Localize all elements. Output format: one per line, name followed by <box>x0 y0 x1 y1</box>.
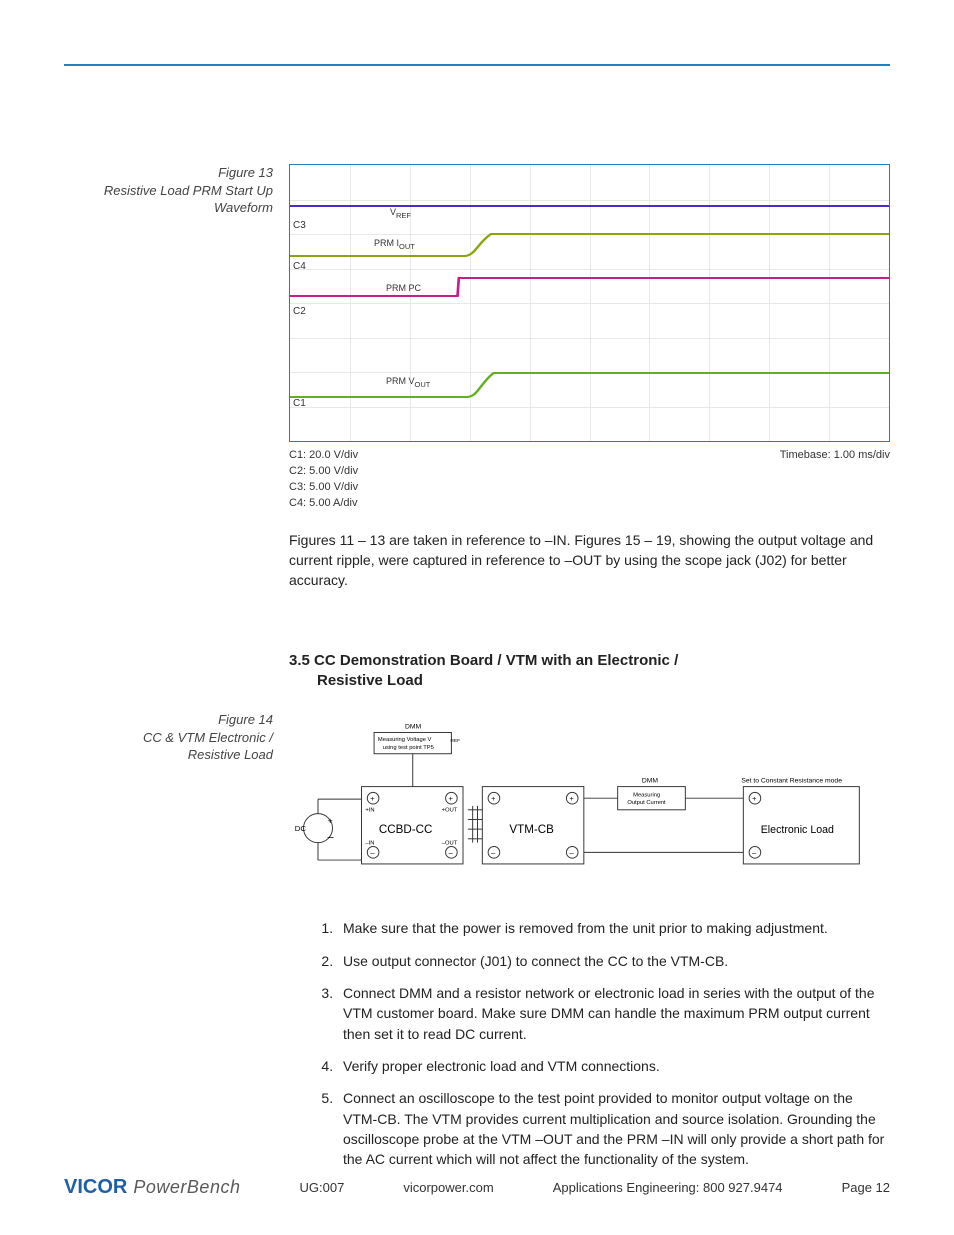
steps-list: Make sure that the power is removed from… <box>289 918 890 1169</box>
sect-line2: Resistive Load <box>289 671 890 691</box>
fig13-caption: Figure 13 Resistive Load PRM Start Up Wa… <box>64 164 273 217</box>
mode-note: Set to Constant Resistance mode <box>741 778 842 785</box>
svg-text:+: + <box>491 794 496 803</box>
svg-text:–OUT: –OUT <box>442 841 458 847</box>
svg-text:–: – <box>328 832 334 844</box>
fig14-caption-line3: Resistive Load <box>188 747 273 762</box>
ccbd-label: CCBD-CC <box>379 823 432 836</box>
dmm1-l2: using test point TP5 <box>383 745 434 751</box>
footer-contact: Applications Engineering: 800 927.9474 <box>553 1180 783 1195</box>
c2-name: PRM PC <box>386 282 421 295</box>
fig13-timebase: Timebase: 1.00 ms/div <box>780 448 890 512</box>
para-after-fig13: Figures 11 – 13 are taken in reference t… <box>289 530 890 591</box>
c4-name: PRM IOUT <box>374 237 415 253</box>
svg-text:–: – <box>752 848 757 857</box>
c2-scale: C2: 5.00 V/div <box>289 464 358 480</box>
svg-text:+: + <box>328 815 333 825</box>
section-heading: 3.5 CC Demonstration Board / VTM with an… <box>289 651 890 692</box>
footer-doccode: UG:007 <box>300 1180 345 1195</box>
svg-text:–: – <box>491 848 496 857</box>
fig13-meta: C1: 20.0 V/div C2: 5.00 V/div C3: 5.00 V… <box>289 448 890 512</box>
fig14-caption-line2: CC & VTM Electronic / <box>143 730 273 745</box>
fig13-caption-line2: Resistive Load PRM Start Up <box>104 183 273 198</box>
fig13-caption-line1: Figure 13 <box>218 165 273 180</box>
footer-page: Page 12 <box>842 1180 890 1195</box>
sect-line1: CC Demonstration Board / VTM with an Ele… <box>314 652 678 669</box>
dmm2-l2: Output Current <box>627 800 666 806</box>
footer-site: vicorpower.com <box>403 1180 493 1195</box>
fig13-scope: C3 VREF C4 PRM IOUT C2 PRM PC C1 PRM VOU… <box>289 164 890 442</box>
svg-text:+: + <box>449 794 454 803</box>
fig13-main: C3 VREF C4 PRM IOUT C2 PRM PC C1 PRM VOU… <box>289 164 890 699</box>
step-4: Verify proper electronic load and VTM co… <box>337 1056 890 1076</box>
svg-text:+OUT: +OUT <box>442 808 458 814</box>
logo: VICOR PowerBench <box>64 1176 240 1199</box>
step-2: Use output connector (J01) to connect th… <box>337 951 890 971</box>
dmm2-title: DMM <box>642 778 658 785</box>
step-1: Make sure that the power is removed from… <box>337 918 890 938</box>
c1-scale: C1: 20.0 V/div <box>289 448 358 464</box>
step-3: Connect DMM and a resistor network or el… <box>337 983 890 1044</box>
dmm1-title: DMM <box>405 724 421 731</box>
svg-text:+: + <box>370 794 375 803</box>
c1-label: C1 <box>290 397 306 412</box>
fig13-caption-line3: Waveform <box>214 200 273 215</box>
fig14-caption-col: Figure 14 CC & VTM Electronic / Resistiv… <box>64 711 289 1181</box>
svg-text:–: – <box>449 848 454 857</box>
fig13-channel-scales: C1: 20.0 V/div C2: 5.00 V/div C3: 5.00 V… <box>289 448 358 512</box>
c4-scale: C4: 5.00 A/div <box>289 496 358 512</box>
figure13-row: Figure 13 Resistive Load PRM Start Up Wa… <box>64 164 890 699</box>
fig13-svg <box>290 165 889 441</box>
sect-num: 3.5 <box>289 652 310 669</box>
c3-scale: C3: 5.00 V/div <box>289 480 358 496</box>
fig14-main: DC + – CCBD-CC + + – – +IN +OUT –IN –OUT <box>289 711 890 1181</box>
footer: VICOR PowerBench UG:007 vicorpower.com A… <box>64 1176 890 1199</box>
svg-text:–: – <box>569 848 574 857</box>
eload-label: Electronic Load <box>761 824 834 836</box>
page: Figure 13 Resistive Load PRM Start Up Wa… <box>0 0 954 1235</box>
c3-name: VREF <box>390 206 411 222</box>
svg-text:+: + <box>752 794 757 803</box>
fig13-caption-col: Figure 13 Resistive Load PRM Start Up Wa… <box>64 164 289 699</box>
c1-name: PRM VOUT <box>386 375 430 391</box>
svg-text:REF: REF <box>450 738 460 744</box>
dc-label: DC <box>295 824 307 833</box>
logo-vicor: VICOR <box>64 1176 127 1198</box>
logo-pb: PowerBench <box>133 1177 240 1197</box>
step-5: Connect an oscilloscope to the test poin… <box>337 1088 890 1169</box>
vtm-label: VTM-CB <box>509 823 554 836</box>
fig14-diagram: DC + – CCBD-CC + + – – +IN +OUT –IN –OUT <box>289 717 869 891</box>
fig14-caption: Figure 14 CC & VTM Electronic / Resistiv… <box>64 711 273 764</box>
c3-label: C3 <box>290 219 306 234</box>
dmm1-l1: Measuring Voltage V <box>378 737 432 743</box>
c2-label: C2 <box>290 305 306 320</box>
fig14-caption-line1: Figure 14 <box>218 712 273 727</box>
c4-label: C4 <box>290 260 306 275</box>
dmm2-l1: Measuring <box>633 792 660 798</box>
svg-text:+: + <box>569 794 574 803</box>
figure14-row: Figure 14 CC & VTM Electronic / Resistiv… <box>64 711 890 1181</box>
top-rule <box>64 64 890 66</box>
svg-text:–IN: –IN <box>365 841 374 847</box>
svg-text:–: – <box>370 848 375 857</box>
svg-text:+IN: +IN <box>365 808 374 814</box>
